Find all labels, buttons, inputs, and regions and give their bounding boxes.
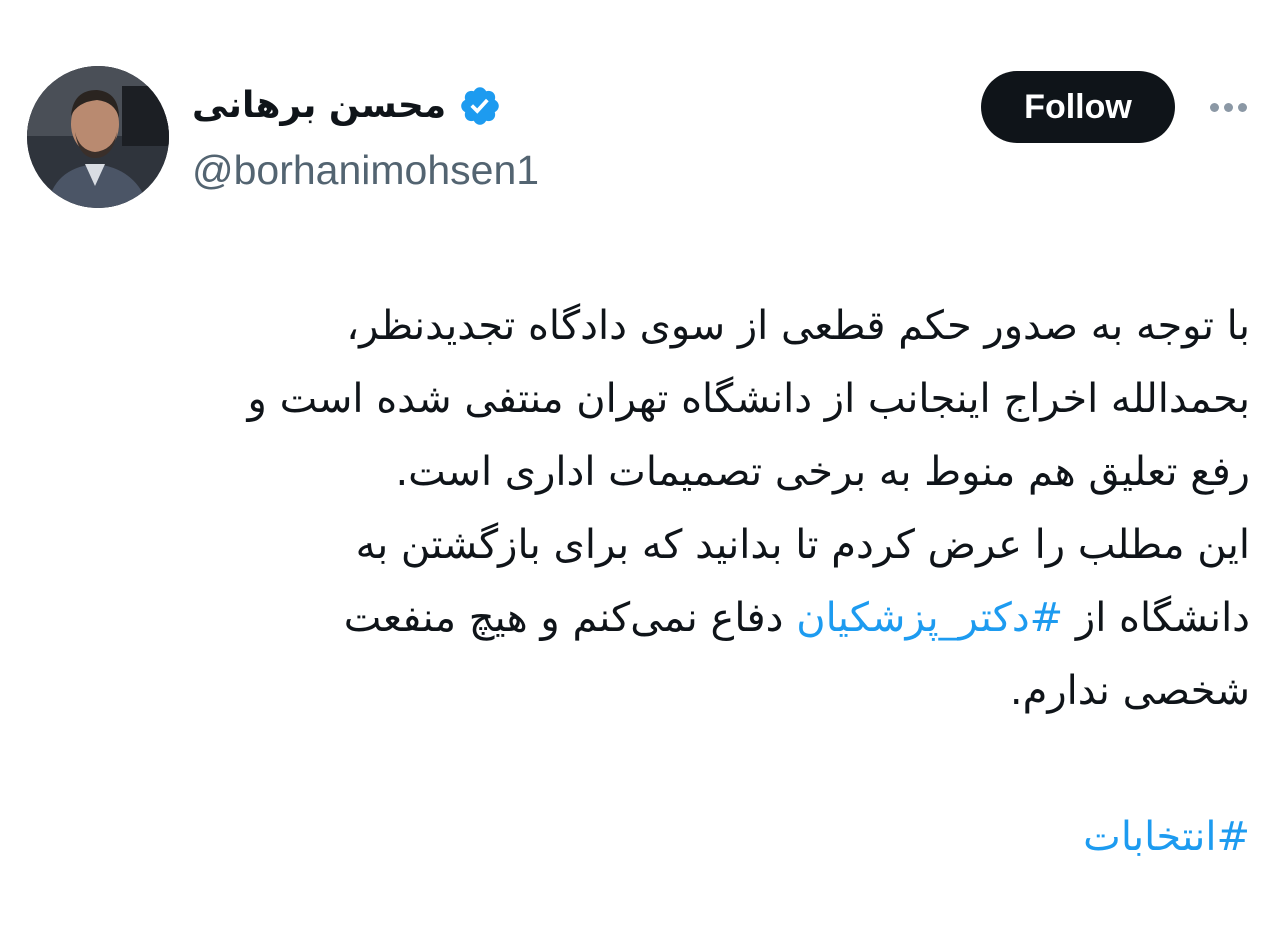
text-segment: دانشگاه از	[1063, 595, 1250, 641]
author-handle[interactable]: @borhanimohsen1	[192, 144, 539, 196]
more-dot	[1237, 102, 1247, 112]
tweet-line: دانشگاه از #دکتر_پزشکیان دفاع نمی‌کنم و …	[20, 582, 1250, 655]
text-segment: بحمدالله اخراج اینجانب از دانشگاه تهران …	[247, 376, 1250, 422]
tweet-line: شخصی ندارم.	[20, 655, 1250, 728]
tweet-line: با توجه به صدور حکم قطعی از سوی دادگاه ت…	[20, 290, 1250, 363]
hashtag-link[interactable]: #دکتر_پزشکیان	[796, 595, 1063, 641]
hashtag-link[interactable]: #انتخابات	[1083, 814, 1250, 860]
follow-button[interactable]: Follow	[981, 71, 1175, 143]
text-segment: این مطلب را عرض کردم تا بدانید که برای ب…	[355, 522, 1250, 568]
verified-badge-icon[interactable]	[458, 84, 502, 128]
tweet-line: بحمدالله اخراج اینجانب از دانشگاه تهران …	[20, 363, 1250, 436]
author-avatar[interactable]	[27, 66, 169, 208]
tweet-line: رفع تعلیق هم منوط به برخی تصمیمات اداری …	[20, 436, 1250, 509]
tweet-text: با توجه به صدور حکم قطعی از سوی دادگاه ت…	[20, 290, 1250, 874]
text-segment: شخصی ندارم.	[1009, 668, 1250, 714]
author-display-name[interactable]: محسن برهانی	[192, 80, 446, 132]
tweet-line: #انتخابات	[20, 801, 1250, 874]
more-dot	[1209, 102, 1219, 112]
more-dot	[1223, 102, 1233, 112]
tweet-line: این مطلب را عرض کردم تا بدانید که برای ب…	[20, 509, 1250, 582]
text-segment: دفاع نمی‌کنم و هیچ منفعت	[343, 595, 797, 641]
text-segment: رفع تعلیق هم منوط به برخی تصمیمات اداری …	[395, 449, 1250, 495]
author-name-row: محسن برهانی	[192, 80, 502, 132]
avatar-photo	[27, 66, 169, 208]
more-options-icon[interactable]	[1200, 84, 1256, 130]
tweet-card: محسن برهانی @borhanimohsen1 Follow با تو…	[0, 0, 1280, 926]
text-segment: با توجه به صدور حکم قطعی از سوی دادگاه ت…	[346, 303, 1250, 349]
